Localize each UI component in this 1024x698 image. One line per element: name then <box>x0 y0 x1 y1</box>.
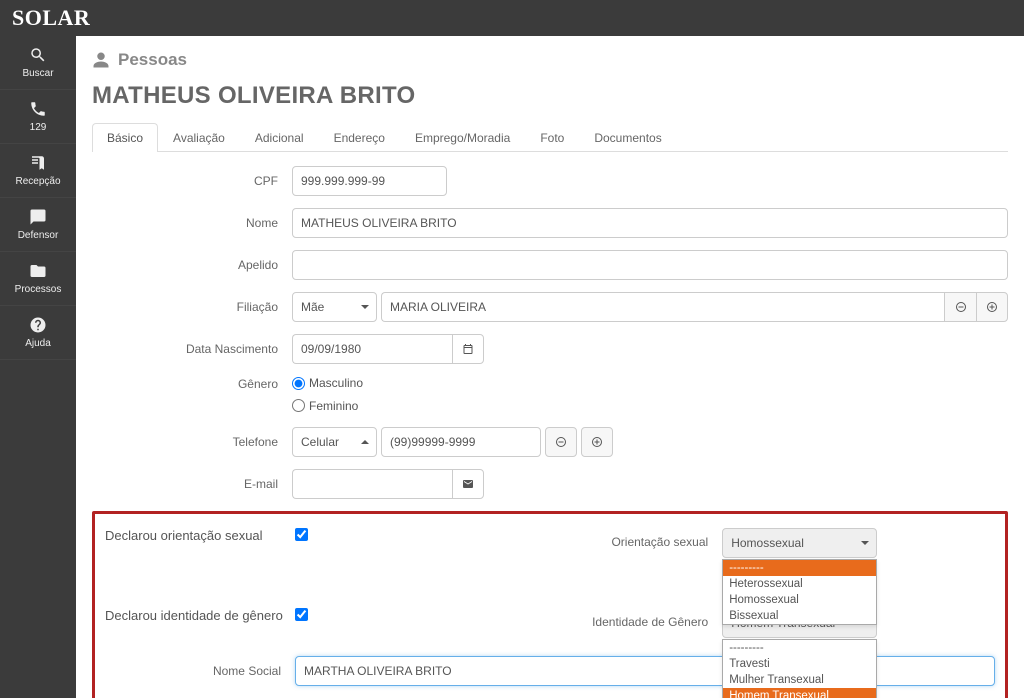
ident-genero-label: Identidade de Gênero <box>532 608 722 629</box>
person-name-heading: MATHEUS OLIVEIRA BRITO <box>92 82 1008 110</box>
sidebar-item-129[interactable]: 129 <box>0 90 76 144</box>
tab-emprego[interactable]: Emprego/Moradia <box>400 123 525 152</box>
sidebar-item-recepcao[interactable]: Recepção <box>0 144 76 198</box>
nome-social-input[interactable] <box>295 656 995 686</box>
genero-label: Gênero <box>92 377 292 392</box>
email-input[interactable] <box>292 469 452 499</box>
telefone-label: Telefone <box>92 435 292 450</box>
tab-endereco[interactable]: Endereço <box>319 123 400 152</box>
ident-option[interactable]: Travesti <box>723 656 876 672</box>
email-button[interactable] <box>452 469 484 499</box>
sidebar-item-defensor[interactable]: Defensor <box>0 198 76 252</box>
calendar-button[interactable] <box>452 334 484 364</box>
page-header: Pessoas <box>92 50 1008 70</box>
folder-icon <box>29 262 47 280</box>
decl-orient-label: Declarou orientação sexual <box>105 528 295 544</box>
add-icon <box>986 301 998 313</box>
calendar-icon <box>462 343 474 355</box>
orient-sexual-options: --------- Heterossexual Homossexual Biss… <box>722 559 877 625</box>
main-content: Pessoas MATHEUS OLIVEIRA BRITO Básico Av… <box>76 36 1024 698</box>
sidebar-item-label: Defensor <box>18 230 59 241</box>
telefone-tipo-select[interactable]: Celular <box>292 427 377 457</box>
filiacao-tipo-select[interactable]: Mãe <box>292 292 377 322</box>
orient-option[interactable]: --------- <box>723 560 876 576</box>
tab-basico[interactable]: Básico <box>92 123 158 152</box>
telefone-remove-button[interactable] <box>545 427 577 457</box>
orient-sexual-select[interactable]: Homossexual --------- Heterossexual Homo… <box>722 528 877 558</box>
orient-sexual-label: Orientação sexual <box>532 528 722 549</box>
tab-foto[interactable]: Foto <box>525 123 579 152</box>
genero-masc-radio[interactable] <box>292 377 305 390</box>
email-label: E-mail <box>92 477 292 492</box>
sidebar-item-label: Buscar <box>22 68 53 79</box>
genero-fem-radio[interactable] <box>292 399 305 412</box>
person-icon <box>92 51 110 69</box>
apelido-input[interactable] <box>292 250 1008 280</box>
brand-logo: SOLAR <box>12 5 90 31</box>
apelido-label: Apelido <box>92 258 292 273</box>
remove-icon <box>555 436 567 448</box>
cpf-label: CPF <box>92 174 292 189</box>
page-title: Pessoas <box>118 50 187 70</box>
data-nasc-input[interactable] <box>292 334 452 364</box>
ident-option[interactable]: Homem Transexual <box>723 688 876 698</box>
tab-adicional[interactable]: Adicional <box>240 123 319 152</box>
orient-option[interactable]: Heterossexual <box>723 576 876 592</box>
help-icon <box>29 316 47 334</box>
nome-social-label: Nome Social <box>105 664 295 679</box>
telefone-input[interactable] <box>381 427 541 457</box>
cpf-input[interactable] <box>292 166 447 196</box>
ident-genero-options: --------- Travesti Mulher Transexual Hom… <box>722 639 877 698</box>
sidebar-item-label: 129 <box>30 122 47 133</box>
data-nasc-label: Data Nascimento <box>92 342 292 357</box>
tab-documentos[interactable]: Documentos <box>579 123 676 152</box>
phone-icon <box>29 100 47 118</box>
orient-option[interactable]: Bissexual <box>723 608 876 624</box>
genero-masc-radio-label[interactable]: Masculino <box>292 376 363 390</box>
highlight-section: Declarou orientação sexual Orientação se… <box>92 511 1008 698</box>
search-icon <box>29 46 47 64</box>
ident-option[interactable]: --------- <box>723 640 876 656</box>
sidebar-item-label: Processos <box>15 284 62 295</box>
decl-orient-checkbox[interactable] <box>295 528 308 541</box>
sidebar-item-ajuda[interactable]: Ajuda <box>0 306 76 360</box>
tabs: Básico Avaliação Adicional Endereço Empr… <box>92 122 1008 152</box>
remove-icon <box>955 301 967 313</box>
sidebar-item-buscar[interactable]: Buscar <box>0 36 76 90</box>
nome-label: Nome <box>92 216 292 231</box>
ident-option[interactable]: Mulher Transexual <box>723 672 876 688</box>
orient-option[interactable]: Homossexual <box>723 592 876 608</box>
topbar: SOLAR <box>0 0 1024 36</box>
sidebar-item-processos[interactable]: Processos <box>0 252 76 306</box>
add-icon <box>591 436 603 448</box>
telefone-add-button[interactable] <box>581 427 613 457</box>
filiacao-nome-input[interactable] <box>381 292 944 322</box>
filiacao-add-button[interactable] <box>976 292 1008 322</box>
genero-fem-radio-label[interactable]: Feminino <box>292 399 358 413</box>
filiacao-remove-button[interactable] <box>944 292 976 322</box>
tab-avaliacao[interactable]: Avaliação <box>158 123 240 152</box>
sidebar-item-label: Ajuda <box>25 338 51 349</box>
decl-ident-label: Declarou identidade de gênero <box>105 608 295 624</box>
envelope-icon <box>462 478 474 490</box>
sidebar-item-label: Recepção <box>15 176 60 187</box>
nome-input[interactable] <box>292 208 1008 238</box>
chat-icon <box>29 208 47 226</box>
decl-ident-checkbox[interactable] <box>295 608 308 621</box>
book-icon <box>29 154 47 172</box>
filiacao-label: Filiação <box>92 300 292 315</box>
sidebar: Buscar 129 Recepção Defensor Processos A… <box>0 36 76 698</box>
